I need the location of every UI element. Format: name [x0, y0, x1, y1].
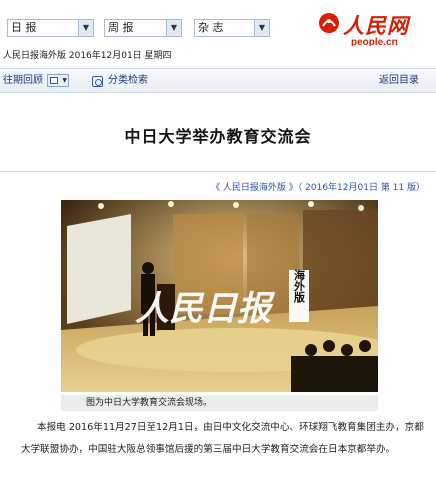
back-to-contents-link[interactable]: 返回目录: [379, 69, 419, 93]
logo-emblem-icon: [319, 13, 339, 33]
article-source-link[interactable]: 《 人民日报海外版 》（ 2016年12月01日 第 11 版）: [211, 180, 425, 193]
chevron-down-icon[interactable]: ▼: [166, 20, 181, 36]
article-photo[interactable]: 人民日报 海外版: [61, 200, 378, 392]
article-title: 中日大学举办教育交流会: [124, 127, 312, 146]
weekly-select-value: 周 报: [108, 21, 134, 34]
logo-text: 人民网: [343, 13, 409, 38]
daily-select[interactable]: 日 报 ▼: [7, 19, 94, 37]
watermark-box: 海外版: [293, 268, 307, 303]
watermark-text: 人民日报: [135, 289, 276, 329]
calendar-icon: [50, 77, 58, 84]
magazine-select-value: 杂 志: [198, 21, 224, 34]
date-picker-button[interactable]: ▼: [47, 74, 69, 87]
category-search-link[interactable]: 分类检索: [108, 69, 148, 93]
past-issues-link[interactable]: 往期回顾: [3, 69, 43, 93]
magazine-select[interactable]: 杂 志 ▼: [194, 19, 270, 37]
top-bar: 日 报 ▼ 周 报 ▼ 杂 志 ▼ 人民网 people.cn: [0, 0, 436, 48]
nav-bar: 往期回顾 ▼ 分类检索 返回目录: [0, 68, 436, 93]
chevron-down-icon[interactable]: ▼: [78, 20, 93, 36]
daily-select-value: 日 报: [11, 21, 37, 34]
photo-caption: 图为中日大学教育交流会现场。: [61, 395, 378, 411]
conference-hall-image: 人民日报 海外版: [61, 200, 378, 392]
edition-date: 人民日报海外版 2016年12月01日 星期四: [0, 46, 436, 66]
chevron-down-icon[interactable]: ▼: [254, 20, 269, 36]
divider: [0, 171, 436, 172]
article-body: 本报电 2016年11月27日至12月1日，由日中文化交流中心、环球翔飞教育集团…: [21, 422, 424, 455]
chevron-down-icon: ▼: [62, 77, 67, 84]
search-icon[interactable]: [92, 76, 103, 87]
weekly-select[interactable]: 周 报 ▼: [104, 19, 182, 37]
